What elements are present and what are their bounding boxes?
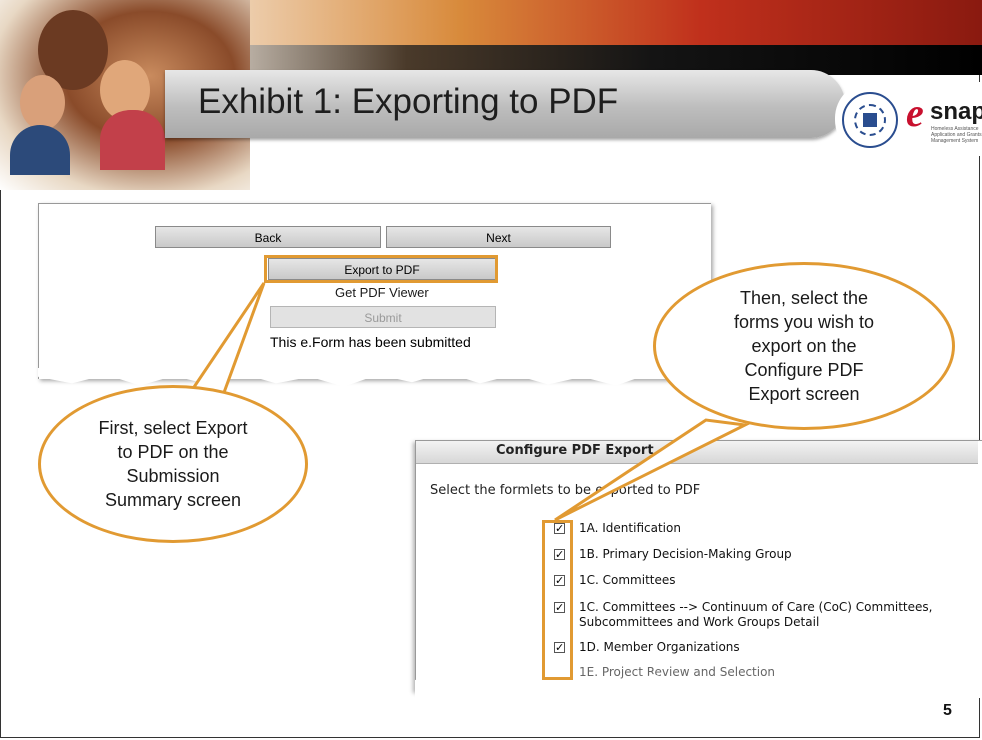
callout-second-step: Then, select the forms you wish to expor…	[653, 262, 955, 430]
callout-first-step: First, select Export to PDF on the Submi…	[38, 385, 308, 543]
callout1-line2: to PDF on the	[117, 442, 229, 462]
slide-number: 5	[943, 702, 952, 719]
callout2-line4: Configure PDF	[744, 360, 864, 380]
callout1-line1: First, select Export	[98, 418, 248, 438]
callout2-line2: forms you wish to	[733, 312, 875, 332]
callout2-line3: export on the	[751, 336, 857, 356]
callout2-pointer	[554, 418, 751, 522]
callout1-pointer	[187, 282, 266, 400]
callout2-line5: Export screen	[748, 384, 860, 404]
callout1-line3: Submission	[126, 466, 220, 486]
callout2-line1: Then, select the	[739, 288, 869, 308]
callout1-line4: Summary screen	[104, 490, 242, 510]
